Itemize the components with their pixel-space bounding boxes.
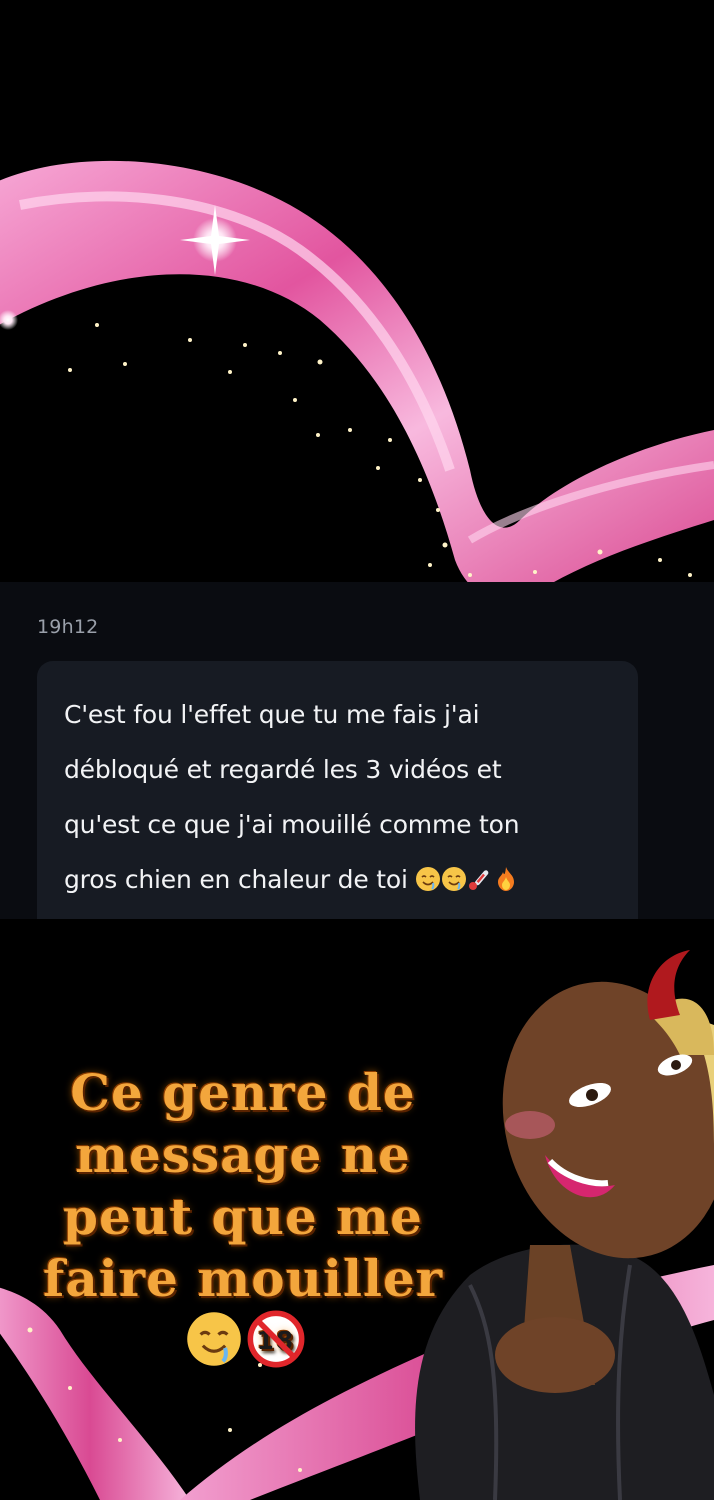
message-bubble[interactable]: C'est fou l'effet que tu me fais j'ai dé… xyxy=(37,661,638,919)
no-under-18-emoji: 18 xyxy=(247,1310,305,1382)
drooling-face-emoji xyxy=(441,856,467,911)
heart-ribbon-top xyxy=(0,160,714,600)
message-timestamp: 19h12 xyxy=(37,616,99,638)
thermometer-emoji xyxy=(467,856,493,911)
message-text-block: C'est fou l'effet que tu me fais j'ai dé… xyxy=(64,687,618,911)
sticker-caption-text: Ce genre de message ne peut que me faire… xyxy=(42,1063,444,1308)
fire-emoji xyxy=(493,856,519,911)
drooling-face-emoji xyxy=(415,856,441,911)
sticker-caption: Ce genre de message ne peut que me faire… xyxy=(18,1062,468,1382)
drooling-face-emoji xyxy=(185,1310,243,1382)
